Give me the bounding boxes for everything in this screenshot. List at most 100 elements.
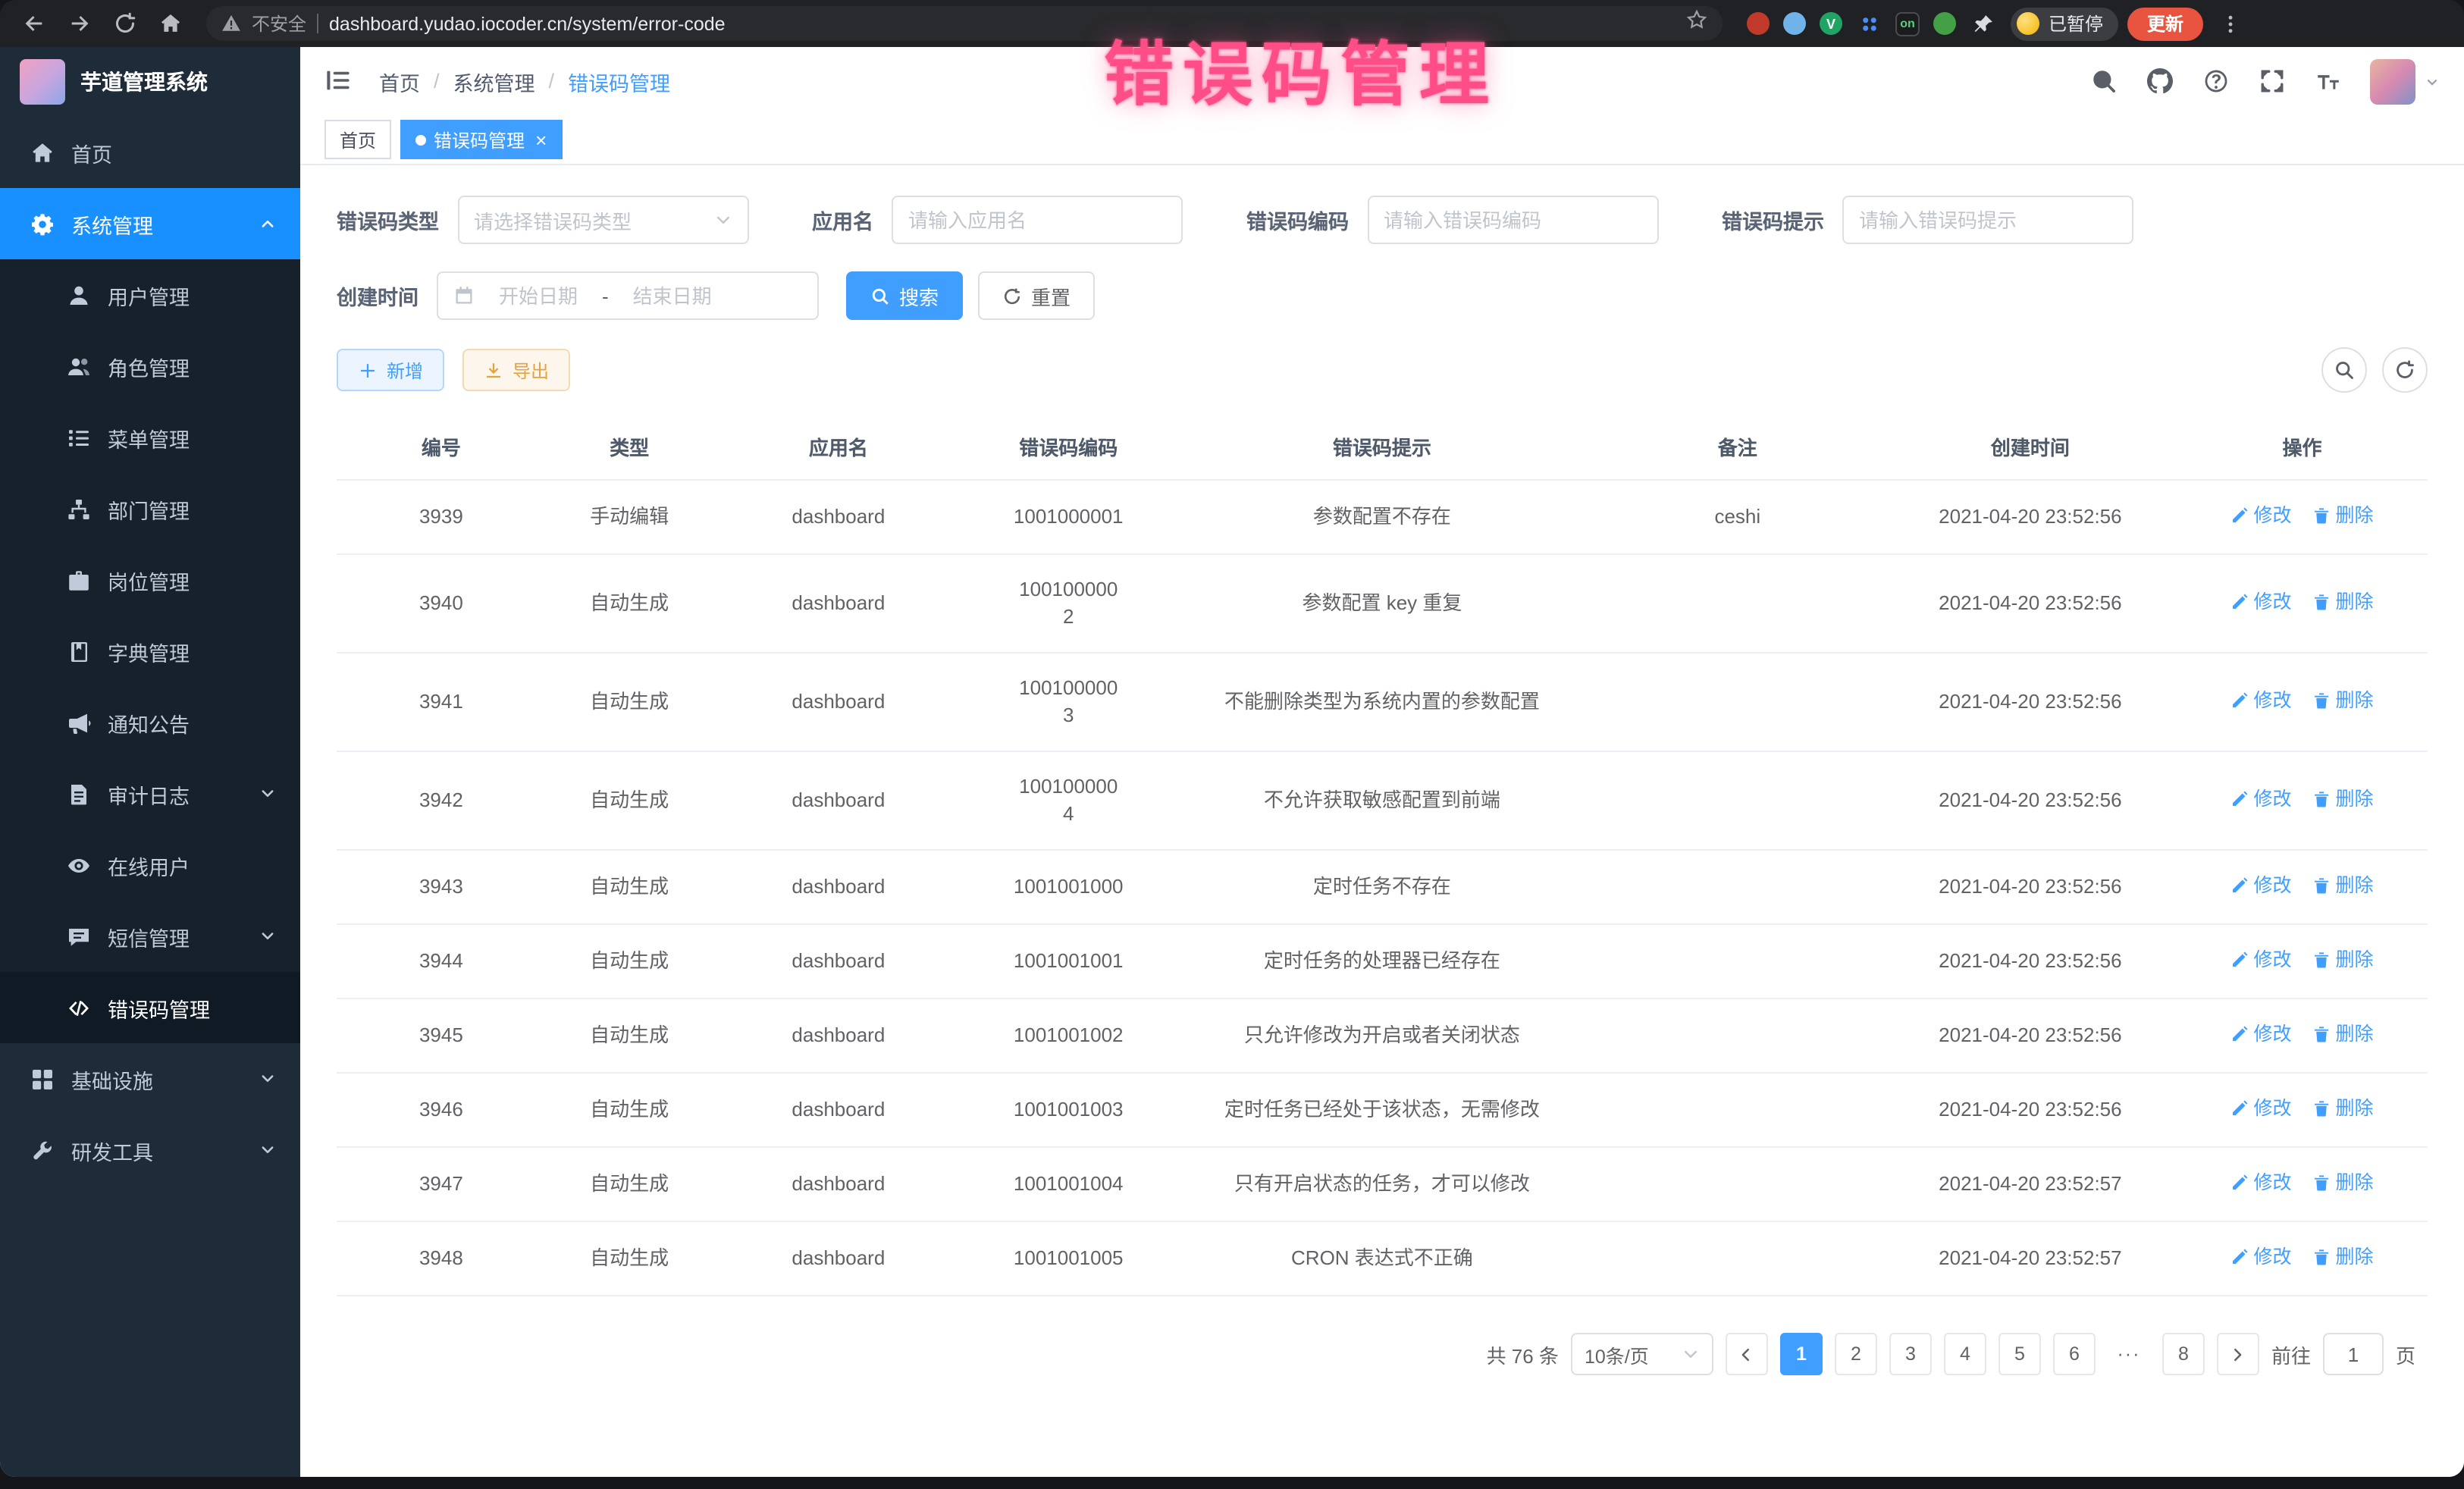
reload-icon[interactable] (106, 5, 143, 42)
page-button[interactable]: 6 (2053, 1333, 2096, 1375)
user-menu[interactable] (2370, 58, 2440, 104)
page-size-select[interactable]: 10条/页 (1571, 1333, 1713, 1375)
paused-badge[interactable]: 已暂停 (2011, 7, 2118, 40)
extension-blue-dots[interactable] (1856, 11, 1882, 36)
extension-green-leaf[interactable] (1933, 12, 1956, 35)
tags-view: 首页错误码管理× (300, 115, 2464, 165)
goto-page-input[interactable] (2323, 1333, 2384, 1375)
prev-page-button[interactable] (1726, 1333, 1768, 1375)
edit-link[interactable]: 修改 (2230, 1243, 2291, 1271)
address-bar[interactable]: 不安全 dashboard.yudao.iocoder.cn/system/er… (206, 6, 1723, 41)
error-type-select[interactable]: 请选择错误码类型 (457, 196, 748, 244)
help-icon[interactable] (2202, 67, 2229, 95)
sidebar-item[interactable]: 字典管理 (0, 616, 300, 687)
edit-link[interactable]: 修改 (2230, 946, 2291, 973)
date-range-picker[interactable]: - (437, 271, 819, 320)
forward-icon[interactable] (61, 5, 97, 42)
tag-close-icon[interactable]: × (535, 130, 547, 149)
edit-link[interactable]: 修改 (2230, 1169, 2291, 1196)
sidebar-item-label: 角色管理 (108, 351, 190, 381)
sidebar-item[interactable]: 审计日志 (0, 758, 300, 829)
total-count: 共 76 条 (1487, 1340, 1559, 1368)
add-button[interactable]: 新增 (337, 349, 444, 391)
delete-link[interactable]: 删除 (2312, 785, 2373, 813)
page-button[interactable]: 3 (1889, 1333, 1932, 1375)
fontsize-icon[interactable] (2314, 67, 2341, 95)
sidebar-item[interactable]: 在线用户 (0, 829, 300, 901)
edit-link[interactable]: 修改 (2230, 502, 2291, 529)
error-code-input[interactable] (1384, 208, 1641, 231)
page-button[interactable]: 1 (1780, 1333, 1823, 1375)
browser-menu-icon[interactable] (2212, 5, 2249, 42)
edit-link[interactable]: 修改 (2230, 687, 2291, 714)
infra-icon (30, 1067, 55, 1091)
delete-link[interactable]: 删除 (2312, 687, 2373, 714)
page-button[interactable]: 4 (1944, 1333, 1986, 1375)
page-button[interactable]: 5 (1998, 1333, 2041, 1375)
chevron-down-icon (259, 785, 276, 802)
cell-remark (1591, 1221, 1884, 1296)
delete-link[interactable]: 删除 (2312, 872, 2373, 899)
back-icon[interactable] (15, 5, 52, 42)
tag-active[interactable]: 错误码管理× (400, 120, 562, 159)
delete-link[interactable]: 删除 (2312, 946, 2373, 973)
search-icon[interactable] (2089, 67, 2117, 95)
sidebar-item[interactable]: 角色管理 (0, 331, 300, 402)
reset-button[interactable]: 重置 (978, 271, 1095, 320)
github-icon[interactable] (2146, 67, 2173, 95)
extension-blue-drop[interactable] (1783, 12, 1806, 35)
delete-link[interactable]: 删除 (2312, 1095, 2373, 1122)
extension-green-v[interactable]: V (1820, 12, 1842, 35)
error-hint-input[interactable] (1859, 208, 2117, 231)
search-button[interactable]: 搜索 (846, 271, 963, 320)
extension-pin[interactable] (1970, 11, 1995, 36)
sidebar-item[interactable]: 基础设施 (0, 1043, 300, 1114)
delete-link[interactable]: 删除 (2312, 1020, 2373, 1048)
sidebar-item[interactable]: 菜单管理 (0, 402, 300, 473)
app-logo[interactable]: 芋道管理系统 (0, 47, 300, 117)
sidebar-item[interactable]: 短信管理 (0, 901, 300, 972)
screen: 不安全 dashboard.yudao.iocoder.cn/system/er… (0, 0, 2464, 1489)
sidebar-item[interactable]: 错误码管理 (0, 972, 300, 1043)
edit-link[interactable]: 修改 (2230, 588, 2291, 616)
sidebar-item[interactable]: 研发工具 (0, 1114, 300, 1186)
app-name-input[interactable] (908, 208, 1166, 231)
edit-link[interactable]: 修改 (2230, 1095, 2291, 1122)
edit-link[interactable]: 修改 (2230, 872, 2291, 899)
extension-red-circle[interactable] (1747, 12, 1770, 35)
bookmark-star-icon[interactable] (1686, 9, 1707, 38)
next-page-button[interactable] (2217, 1333, 2259, 1375)
delete-link[interactable]: 删除 (2312, 502, 2373, 529)
tag-dot-icon (415, 134, 426, 145)
role-icon (67, 354, 91, 378)
sidebar-item[interactable]: 用户管理 (0, 259, 300, 331)
sidebar-item[interactable]: 首页 (0, 117, 300, 188)
page-button[interactable]: 2 (1835, 1333, 1877, 1375)
sidebar-item-label: 通知公告 (108, 707, 190, 738)
refresh-button[interactable] (2382, 347, 2428, 393)
export-button[interactable]: 导出 (462, 349, 570, 391)
sidebar-item[interactable]: 系统管理 (0, 188, 300, 259)
extension-dark-on[interactable]: on (1895, 11, 1920, 36)
sidebar-item[interactable]: 通知公告 (0, 687, 300, 758)
fullscreen-icon[interactable] (2258, 67, 2285, 95)
toggle-search-button[interactable] (2321, 347, 2367, 393)
end-date-input[interactable] (618, 284, 727, 307)
delete-link[interactable]: 删除 (2312, 1243, 2373, 1271)
page-button[interactable]: 8 (2162, 1333, 2205, 1375)
delete-link[interactable]: 删除 (2312, 588, 2373, 616)
delete-link[interactable]: 删除 (2312, 1169, 2373, 1196)
cell-code: 1001000001 (964, 480, 1173, 554)
tag-item[interactable]: 首页 (324, 120, 391, 159)
update-button[interactable]: 更新 (2127, 7, 2203, 40)
breadcrumb-system[interactable]: 系统管理 (453, 66, 535, 96)
breadcrumb-home[interactable]: 首页 (379, 66, 420, 96)
sidebar-item[interactable]: 岗位管理 (0, 544, 300, 616)
more-pages-button[interactable]: ··· (2108, 1333, 2150, 1375)
edit-link[interactable]: 修改 (2230, 1020, 2291, 1048)
edit-link[interactable]: 修改 (2230, 785, 2291, 813)
home-icon[interactable] (152, 5, 188, 42)
sidebar-item[interactable]: 部门管理 (0, 473, 300, 544)
hamburger-icon[interactable] (324, 66, 355, 96)
start-date-input[interactable] (484, 284, 593, 307)
